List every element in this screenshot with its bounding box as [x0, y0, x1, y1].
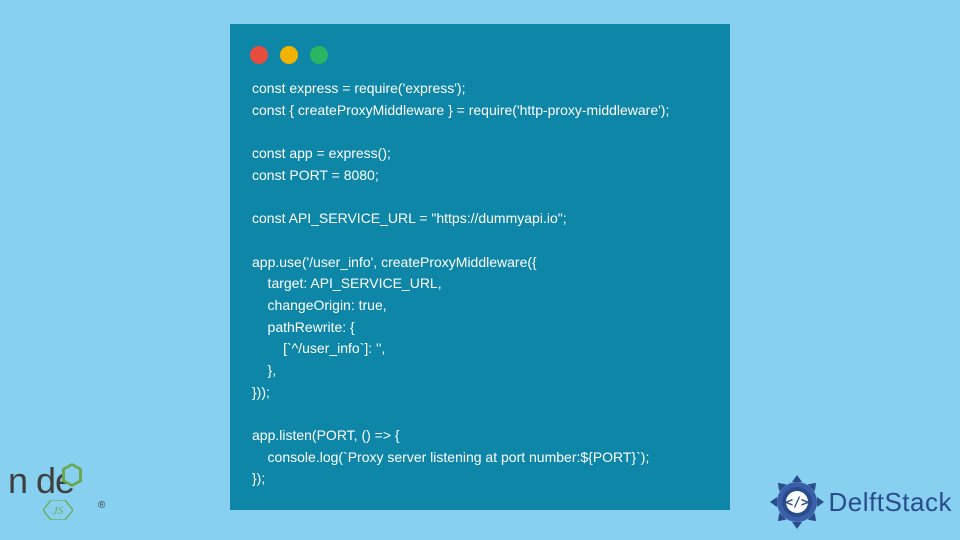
svg-text:</>: </> [785, 496, 809, 511]
close-icon [250, 46, 268, 64]
code-window: const express = require('express'); cons… [230, 24, 730, 510]
nodejs-hexagon-icon [61, 462, 83, 488]
nodejs-logo: n de JS ® [8, 460, 118, 530]
delftstack-gear-icon: </> [769, 474, 825, 530]
svg-text:JS: JS [53, 505, 64, 517]
delftstack-wordmark: DelftStack [829, 487, 953, 518]
code-block: const express = require('express'); cons… [230, 78, 730, 490]
maximize-icon [310, 46, 328, 64]
minimize-icon [280, 46, 298, 64]
nodejs-js-label: JS [43, 500, 73, 525]
window-traffic-lights [230, 40, 730, 78]
delftstack-logo: </> DelftStack [769, 474, 953, 530]
nodejs-registered-icon: ® [98, 500, 105, 511]
